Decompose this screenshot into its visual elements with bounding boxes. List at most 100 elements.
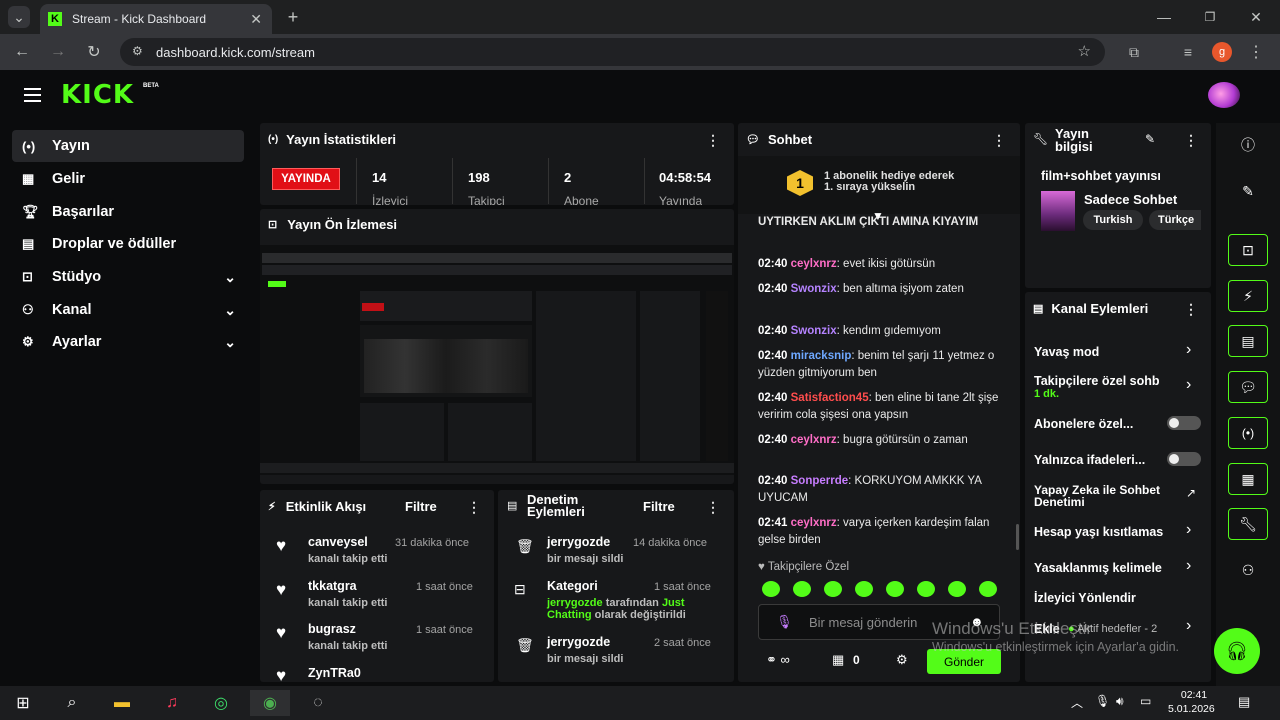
speaker-icon[interactable]: 🔊︎ — [1116, 694, 1124, 709]
emotes-only-toggle[interactable] — [1167, 452, 1201, 466]
sidebar-item-basarilar[interactable]: 🏆︎ Başarılar — [12, 196, 244, 228]
banned-words-action[interactable]: Yasaklanmış kelimele — [1034, 561, 1179, 575]
whatsapp-icon[interactable]: ◎ — [206, 690, 236, 716]
new-tab-button[interactable]: + — [282, 6, 304, 28]
chat-username[interactable]: Satisfaction45 — [791, 392, 869, 404]
browser-menu-icon[interactable]: ⋮ — [1246, 40, 1266, 64]
emote-icon[interactable] — [979, 581, 997, 597]
stream-info-more-icon[interactable]: ⋮ — [1184, 132, 1198, 149]
wrench-icon[interactable]: 🔧︎ — [1228, 508, 1268, 540]
minimize-button[interactable]: — — [1152, 6, 1176, 28]
users-icon[interactable]: ⚇ — [1228, 554, 1268, 586]
category-name[interactable]: Sadece Sohbet — [1084, 192, 1177, 207]
chat-username[interactable]: ceylxnrz — [791, 258, 837, 270]
network-icon[interactable]: ▭ — [1140, 694, 1151, 708]
user-avatar[interactable] — [1208, 82, 1240, 108]
itunes-icon[interactable]: ♫ — [157, 690, 187, 716]
chevron-right-icon[interactable]: › — [1186, 557, 1191, 575]
chevron-right-icon[interactable]: › — [1186, 521, 1191, 539]
moderation-actor[interactable]: jerrygozde — [547, 535, 610, 549]
reload-button[interactable]: ↻ — [82, 40, 106, 64]
sidebar-item-yayin[interactable]: (•) Yayın — [12, 130, 244, 162]
address-bar[interactable]: ⚙ dashboard.kick.com/stream ☆ — [120, 38, 1105, 66]
windows-start-icon[interactable]: ⊞ — [8, 690, 38, 716]
extensions-icon[interactable]: ⧉ — [1122, 40, 1146, 64]
hamburger-menu-icon[interactable] — [24, 88, 41, 102]
chat-username[interactable]: ceylxnrz — [791, 517, 837, 529]
obs-icon[interactable]: ◌ — [303, 690, 333, 716]
subscribers-only-toggle[interactable] — [1167, 416, 1201, 430]
ai-moderation-action[interactable]: Yapay Zeka ile Sohbet Denetimi — [1034, 484, 1164, 508]
notes-icon[interactable]: ▤ — [1228, 325, 1268, 357]
sidebar-item-studyo[interactable]: ⊡ Stüdyo ⌄ — [12, 261, 244, 293]
edit-icon[interactable]: ✎ — [1228, 175, 1268, 207]
stats-more-icon[interactable]: ⋮ — [706, 132, 720, 149]
lightning-icon[interactable]: ⚡︎ — [1228, 280, 1268, 312]
clock-date[interactable]: 5.01.2026 — [1168, 703, 1215, 715]
back-button[interactable]: ← — [10, 40, 34, 64]
notifications-icon[interactable]: ▤ — [1238, 694, 1250, 710]
followers-only-action[interactable]: Takipçilere özel sohb — [1034, 374, 1184, 388]
sidebar-item-ayarlar[interactable]: ⚙ Ayarlar ⌄ — [12, 326, 244, 358]
moderation-filter-button[interactable]: Filtre — [643, 499, 675, 514]
emote-icon[interactable] — [886, 581, 904, 597]
edit-pencil-icon[interactable]: ✎ — [1145, 132, 1155, 146]
chevron-down-icon[interactable]: ⌄ — [224, 302, 236, 319]
restore-button[interactable]: ❐ — [1198, 6, 1222, 28]
emote-icon[interactable] — [917, 581, 935, 597]
chevron-right-icon[interactable]: › — [1186, 376, 1191, 394]
show-hidden-icons[interactable]: ︿ — [1071, 694, 1083, 711]
file-explorer-icon[interactable]: ▬ — [107, 690, 137, 716]
activity-more-icon[interactable]: ⋮ — [467, 499, 481, 516]
channel-actions-more-icon[interactable]: ⋮ — [1184, 301, 1198, 318]
sidebar-item-droplar[interactable]: ▤ Droplar ve ödüller — [12, 228, 244, 260]
chat-username[interactable]: miracksnip — [791, 350, 852, 362]
account-age-action[interactable]: Hesap yaşı kısıtlamas — [1034, 525, 1179, 539]
tab-close-icon[interactable]: ✕ — [250, 11, 262, 28]
sidebar-item-kanal[interactable]: ⚇ Kanal ⌄ — [12, 294, 244, 326]
emote-icon[interactable] — [948, 581, 966, 597]
profile-avatar[interactable]: g — [1212, 42, 1232, 62]
microphone-icon[interactable]: 🎙︎ — [1095, 694, 1110, 708]
link-chain-icon[interactable]: ⚭ ∞ — [766, 652, 790, 668]
chat-username[interactable]: ceylxnrz — [791, 434, 837, 446]
slow-mode-action[interactable]: Yavaş mod — [1034, 345, 1200, 359]
moderation-actor[interactable]: jerrygozde — [547, 635, 610, 649]
activity-user[interactable]: bugrasz — [308, 622, 356, 636]
chrome-icon[interactable]: ◉ — [250, 690, 290, 716]
activity-user[interactable]: tkkatgra — [308, 579, 357, 593]
moderation-more-icon[interactable]: ⋮ — [706, 499, 720, 516]
bookmark-star-icon[interactable]: ☆ — [1078, 42, 1091, 60]
chat-settings-icon[interactable]: ⚙ — [896, 652, 908, 668]
reading-list-icon[interactable]: ≡ — [1176, 40, 1200, 64]
moderation-user-link[interactable]: jerrygozde — [547, 597, 603, 609]
site-info-icon[interactable]: ⚙ — [132, 44, 143, 58]
emote-icon[interactable] — [762, 581, 780, 597]
chat-username[interactable]: Swonzix — [791, 325, 837, 337]
microphone-icon[interactable]: 🎙︎ — [776, 614, 793, 630]
clock-time[interactable]: 02:41 — [1172, 689, 1216, 701]
support-headset-icon[interactable]: 🎧︎ — [1214, 628, 1260, 674]
store-icon[interactable]: ▦ — [1228, 463, 1268, 495]
chevron-right-icon[interactable]: › — [1186, 341, 1191, 359]
chat-username[interactable]: Swonzix — [791, 283, 837, 295]
activity-filter-button[interactable]: Filtre — [405, 499, 437, 514]
emote-icon[interactable] — [855, 581, 873, 597]
clip-camera-icon[interactable]: ⊡ — [1228, 234, 1268, 266]
info-icon[interactable]: ⓘ — [1228, 129, 1268, 161]
gift-icon[interactable]: ▦ — [832, 652, 844, 668]
emote-icon[interactable] — [824, 581, 842, 597]
chat-username[interactable]: Sonperrde — [791, 475, 849, 487]
external-link-icon[interactable]: ↗ — [1186, 486, 1196, 500]
chevron-down-icon[interactable]: ⌄ — [224, 269, 236, 286]
emote-icon[interactable] — [793, 581, 811, 597]
tab-search-button[interactable]: ⌄ — [8, 6, 30, 28]
chevron-down-icon[interactable]: ⌄ — [224, 334, 236, 351]
activity-user[interactable]: ZynTRa0 — [308, 666, 361, 681]
search-icon[interactable]: ⌕ — [57, 690, 87, 716]
forward-button[interactable]: → — [46, 40, 70, 64]
chat-more-icon[interactable]: ⋮ — [992, 132, 1006, 149]
sidebar-item-gelir[interactable]: ▦ Gelir — [12, 163, 244, 195]
kick-logo[interactable]: KICK — [61, 80, 134, 110]
chevron-right-icon[interactable]: › — [1186, 617, 1191, 635]
